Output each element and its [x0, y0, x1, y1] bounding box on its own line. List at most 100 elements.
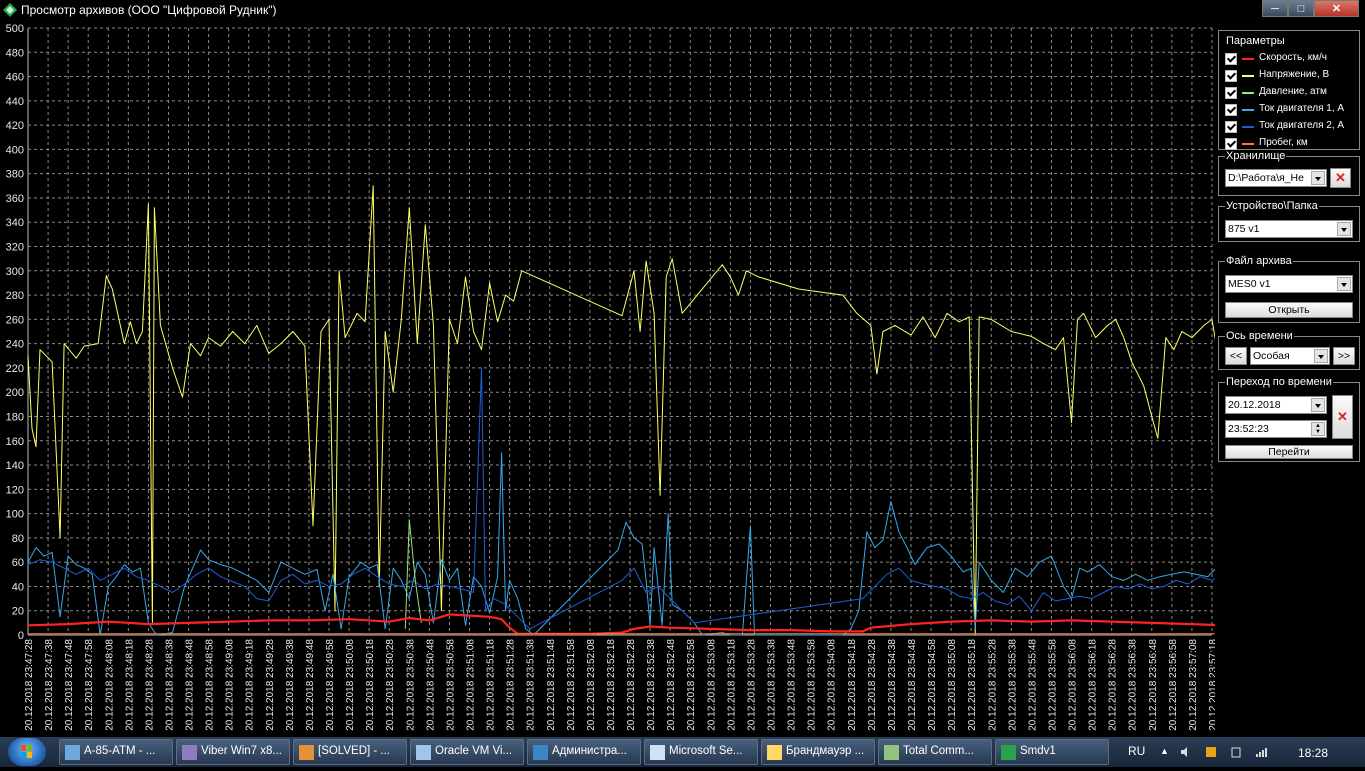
file-title: Файл архива [1225, 255, 1293, 267]
taskbar-item[interactable]: Oracle VM Vi... [410, 739, 524, 765]
x-tick-label: 20.12.2018 23:49:38 [285, 639, 296, 731]
goto-time-input[interactable]: 23:52:23 ▲ ▼ [1225, 420, 1327, 438]
legend-swatch [1242, 126, 1254, 128]
network-icon[interactable] [1255, 746, 1267, 758]
x-tick-label: 20.12.2018 23:56:48 [1148, 639, 1159, 731]
tray-app-icon[interactable] [1205, 746, 1217, 758]
windows-logo-icon [21, 745, 32, 758]
x-tick-label: 20.12.2018 23:48:18 [124, 639, 135, 731]
x-tick-label: 20.12.2018 23:47:28 [24, 639, 35, 731]
x-tick-label: 20.12.2018 23:56:08 [1068, 639, 1079, 731]
goto-date-picker[interactable]: 20.12.2018 [1225, 396, 1327, 414]
firefox-icon [299, 745, 314, 760]
volume-icon[interactable] [1180, 746, 1192, 758]
goto-clear-button[interactable]: ✕ [1332, 395, 1353, 439]
taskbar-item[interactable]: Администра... [527, 739, 641, 765]
calendar-dropdown-icon[interactable] [1311, 398, 1325, 412]
x-tick-label: 20.12.2018 23:54:48 [907, 639, 918, 731]
x-tick-label: 20.12.2018 23:47:58 [84, 639, 95, 731]
minimize-button[interactable]: ─ [1262, 0, 1288, 17]
param-label: Ток двигателя 2, А [1259, 120, 1345, 131]
checkbox-checked-icon[interactable] [1225, 87, 1237, 99]
x-tick-label: 20.12.2018 23:57:08 [1188, 639, 1199, 731]
x-tick-label: 20.12.2018 23:55:18 [967, 639, 978, 731]
x-tick-label: 20.12.2018 23:55:48 [1027, 639, 1038, 731]
params-group: Параметры Скорость, км/ч Напряжение, В Дав… [1218, 30, 1360, 150]
archive-chart[interactable]: 0204060801001201401601802002202402602803… [0, 20, 1215, 745]
device-icon[interactable] [1230, 746, 1242, 758]
dropdown-arrow-icon[interactable] [1311, 171, 1325, 185]
x-tick-label: 20.12.2018 23:50:58 [445, 639, 456, 731]
x-tick-label: 20.12.2018 23:53:08 [706, 639, 717, 731]
x-tick-label: 20.12.2018 23:48:38 [164, 639, 175, 731]
param-row[interactable]: Напряжение, В [1225, 69, 1357, 83]
goto-button[interactable]: Перейти [1225, 445, 1353, 459]
dropdown-arrow-icon[interactable] [1337, 277, 1351, 291]
taskbar-item[interactable]: Microsoft Se... [644, 739, 758, 765]
param-row[interactable]: Ток двигателя 1, А [1225, 103, 1357, 117]
y-tick-label: 40 [12, 581, 24, 593]
taskbar-item[interactable]: Total Comm... [878, 739, 992, 765]
x-tick-label: 20.12.2018 23:49:28 [265, 639, 276, 731]
param-row[interactable]: Давление, атм [1225, 86, 1357, 100]
maximize-button[interactable]: □ [1288, 0, 1314, 17]
file-value: MES0 v1 [1228, 278, 1271, 290]
y-tick-label: 80 [12, 533, 24, 545]
x-tick-label: 20.12.2018 23:54:18 [847, 639, 858, 731]
legend-swatch [1242, 92, 1254, 94]
param-row[interactable]: Ток двигателя 2, А [1225, 120, 1357, 134]
checkbox-checked-icon[interactable] [1225, 53, 1237, 65]
time-spinner-icon[interactable]: ▲ ▼ [1311, 422, 1325, 436]
device-select[interactable]: 875 v1 [1225, 220, 1353, 238]
timeaxis-title: Ось времени [1225, 330, 1294, 342]
time-prev-button[interactable]: << [1225, 347, 1247, 365]
checkbox-checked-icon[interactable] [1225, 121, 1237, 133]
x-tick-label: 20.12.2018 23:55:28 [987, 639, 998, 731]
x-tick-label: 20.12.2018 23:48:58 [205, 639, 216, 731]
storage-title: Хранилище [1225, 150, 1287, 162]
taskbar-item[interactable]: [SOLVED] - ... [293, 739, 407, 765]
spin-down-icon[interactable]: ▼ [1315, 429, 1321, 435]
open-button[interactable]: Открыть [1225, 302, 1353, 318]
checkbox-checked-icon[interactable] [1225, 70, 1237, 82]
legend-swatch [1242, 58, 1254, 60]
checkbox-checked-icon[interactable] [1225, 104, 1237, 116]
storage-clear-button[interactable]: ✕ [1330, 168, 1351, 188]
close-button[interactable]: ✕ [1314, 0, 1359, 17]
timeaxis-select[interactable]: Особая [1250, 347, 1330, 365]
y-tick-label: 100 [6, 509, 24, 521]
control-panel: Параметры Скорость, км/ч Напряжение, В Дав… [1215, 20, 1365, 745]
legend-swatch [1242, 109, 1254, 111]
x-tick-label: 20.12.2018 23:52:18 [606, 639, 617, 731]
param-row[interactable]: Пробег, км [1225, 137, 1357, 151]
file-select[interactable]: MES0 v1 [1225, 275, 1353, 293]
x-tick-label: 20.12.2018 23:50:08 [345, 639, 356, 731]
device-value: 875 v1 [1228, 223, 1260, 235]
taskbar-item[interactable]: Smdv1 [995, 739, 1109, 765]
dropdown-arrow-icon[interactable] [1314, 349, 1328, 363]
time-next-button[interactable]: >> [1333, 347, 1355, 365]
taskbar-item[interactable]: Viber Win7 x8... [176, 739, 290, 765]
x-tick-label: 20.12.2018 23:51:48 [546, 639, 557, 731]
storage-select[interactable]: D:\Работа\я_Не [1225, 169, 1327, 187]
x-tick-label: 20.12.2018 23:50:18 [365, 639, 376, 731]
x-tick-label: 20.12.2018 23:52:08 [586, 639, 597, 731]
show-hidden-icons-icon[interactable]: ▲ [1160, 746, 1172, 758]
x-tick-label: 20.12.2018 23:48:08 [104, 639, 115, 731]
dropdown-arrow-icon[interactable] [1337, 222, 1351, 236]
y-tick-label: 400 [6, 144, 24, 156]
taskbar-item[interactable]: A-85-ATM - ... [59, 739, 173, 765]
start-button[interactable] [8, 738, 46, 766]
language-indicator[interactable]: RU [1128, 744, 1145, 758]
taskbar-item[interactable]: Брандмауэр ... [761, 739, 875, 765]
x-tick-label: 20.12.2018 23:50:38 [405, 639, 416, 731]
y-tick-label: 280 [6, 290, 24, 302]
y-tick-label: 300 [6, 266, 24, 278]
clock[interactable]: 18:28 [1298, 746, 1328, 760]
x-tick-label: 20.12.2018 23:53:38 [767, 639, 778, 731]
y-tick-label: 480 [6, 47, 24, 59]
x-tick-label: 20.12.2018 23:53:18 [726, 639, 737, 731]
checkbox-checked-icon[interactable] [1225, 138, 1237, 150]
param-row[interactable]: Скорость, км/ч [1225, 52, 1357, 66]
x-tick-label: 20.12.2018 23:48:28 [144, 639, 155, 731]
